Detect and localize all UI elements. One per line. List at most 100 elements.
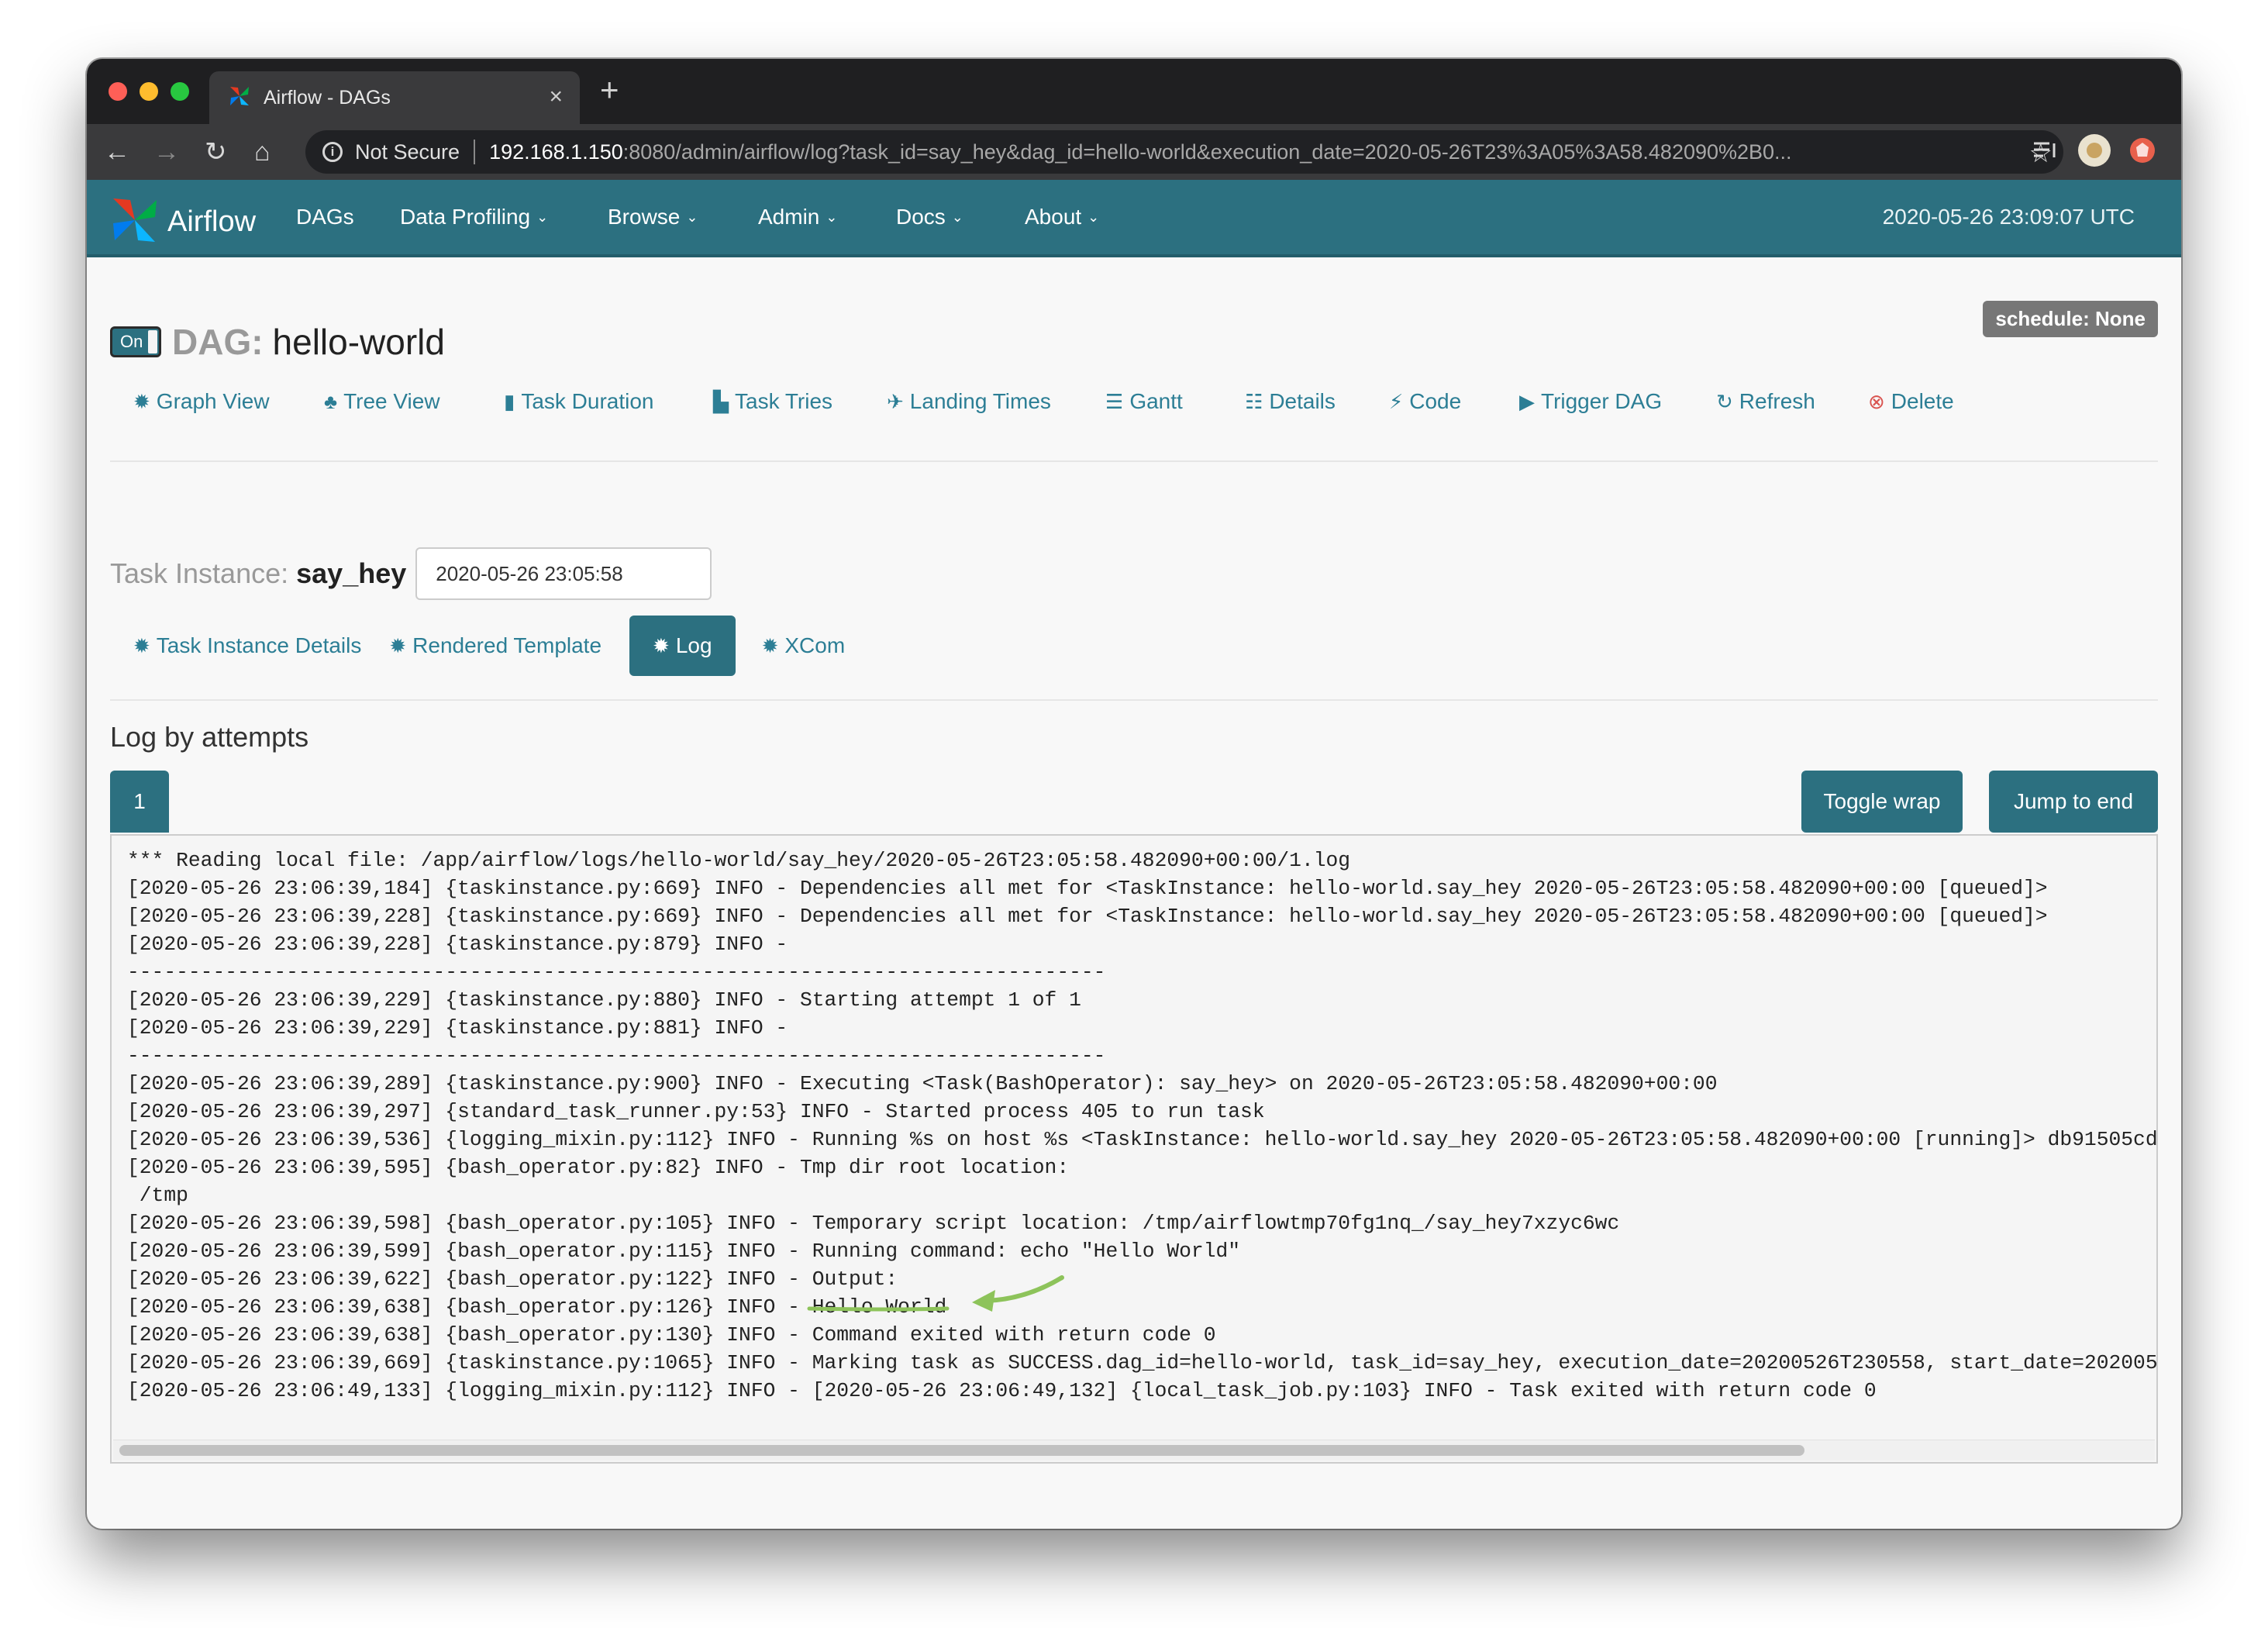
tree-view-link[interactable]: ♣ Tree View [324,389,504,414]
task-id: say_hey [296,557,407,589]
gantt-label: Gantt [1129,389,1183,413]
close-window-button[interactable] [109,82,127,101]
tab-task-instance-details[interactable]: ✹ Task Instance Details [110,633,384,658]
log-line: [2020-05-26 23:06:39,599] {bash_operator… [127,1240,1241,1263]
gantt-icon: ☰ [1105,389,1124,413]
delete-link[interactable]: ⊗ Delete [1868,389,1954,414]
graph-view-link[interactable]: ✹ Graph View [133,389,324,414]
jump-to-end-button[interactable]: Jump to end [1989,771,2158,833]
code-link[interactable]: ⚡ Code [1389,389,1519,414]
refresh-link[interactable]: ↻ Refresh [1716,389,1868,414]
attempt-1-tab[interactable]: 1 [110,771,169,833]
nav-admin[interactable]: Admin ⌄ [758,202,837,233]
log-section-title: Log by attempts [110,721,309,753]
log-line: [2020-05-26 23:06:39,638] {bash_operator… [127,1323,1216,1347]
reading-list-icon[interactable] [2031,136,2059,168]
dag-on-toggle[interactable]: On [110,326,161,357]
gear-icon: ✹ [761,633,779,657]
nav-about-label: About [1025,205,1082,229]
scrollbar-thumb[interactable] [119,1445,1804,1456]
dag-name: hello-world [272,322,445,362]
extension-shield-icon[interactable] [2128,136,2156,168]
back-arrow-icon[interactable]: ← [104,135,130,169]
gear-icon: ✹ [653,633,670,657]
horizontal-scrollbar[interactable] [113,1440,2155,1460]
gear-icon: ✹ [389,633,407,657]
info-icon[interactable]: i [322,142,343,162]
toggle-label: On [120,332,143,351]
log-line: [2020-05-26 23:06:39,297] {standard_task… [127,1100,1265,1123]
tab-xcom[interactable]: ✹ XCom [736,633,869,658]
divider [110,699,2158,701]
trigger-dag-label: Trigger DAG [1541,389,1663,413]
nav-browse[interactable]: Browse ⌄ [608,202,698,233]
chevron-down-icon: ⌄ [536,209,549,225]
brand-name: Airflow [167,205,257,238]
tab-rendered-template[interactable]: ✹ Rendered Template [384,633,629,658]
toggle-wrap-button[interactable]: Toggle wrap [1801,771,1963,833]
task-tries-icon: ▙ [713,389,729,413]
new-tab-button[interactable]: + [600,73,619,107]
browser-window: Airflow - DAGs × + ← → ↻ ⌂ i Not Secure … [87,59,2181,1529]
log-line: [2020-05-26 23:06:39,598] {bash_operator… [127,1212,1620,1235]
landing-times-link[interactable]: ✈ Landing Times [887,389,1105,414]
chevron-down-icon: ⌄ [686,209,698,225]
task-duration-link[interactable]: ▮ Task Duration [504,389,713,414]
refresh-label: Refresh [1739,389,1815,413]
log-line: [2020-05-26 23:06:49,133] {logging_mixin… [127,1379,1877,1402]
extension-avatar-icon[interactable] [2077,133,2111,171]
chevron-down-icon: ⌄ [951,209,963,225]
log-line: [2020-05-26 23:06:39,536] {logging_mixin… [127,1128,2158,1151]
log-line: ----------------------------------------… [127,1044,1106,1067]
nav-docs-label: Docs [896,205,946,229]
log-line: [2020-05-26 23:06:39,595] {bash_operator… [127,1156,1070,1179]
zoom-window-button[interactable] [171,82,189,101]
server-time: 2020-05-26 23:09:07 UTC [1882,205,2135,229]
airflow-logo-icon [109,194,161,250]
home-icon[interactable]: ⌂ [254,135,271,169]
not-secure-label: Not Secure [355,140,460,164]
task-instance-label: Task Instance: [110,557,289,589]
task-duration-label: Task Duration [521,389,654,413]
tab-title: Airflow - DAGs [264,86,391,109]
list-icon: ☷ [1245,389,1263,413]
trigger-dag-link[interactable]: ▶ Trigger DAG [1519,389,1716,414]
nav-dags-label: DAGs [296,205,354,229]
airflow-brand-link[interactable]: Airflow [109,194,256,250]
nav-dags[interactable]: DAGs [296,202,354,233]
minimize-window-button[interactable] [140,82,158,101]
log-line: [2020-05-26 23:06:39,184] {taskinstance.… [127,877,2048,900]
url-path: :8080/admin/airflow/log?task_id=say_hey&… [622,140,1792,164]
nav-docs[interactable]: Docs ⌄ [896,202,963,233]
browser-tab-bar: Airflow - DAGs × + [87,59,2181,124]
log-line: [2020-05-26 23:06:39,638] {bash_operator… [127,1295,947,1319]
forward-arrow-icon[interactable]: → [153,135,180,169]
address-bar[interactable]: i Not Secure 192.168.1.150:8080/admin/ai… [305,130,2063,174]
tab-log[interactable]: ✹ Log [629,616,736,676]
browser-toolbar: ← → ↻ ⌂ i Not Secure 192.168.1.150:8080/… [87,124,2181,180]
reload-icon[interactable]: ↻ [205,135,227,169]
nav-about[interactable]: About ⌄ [1025,202,1099,233]
details-link[interactable]: ☷ Details [1245,389,1389,414]
play-circle-icon: ▶ [1519,389,1535,413]
delete-label: Delete [1891,389,1954,413]
browser-tab-airflow[interactable]: Airflow - DAGs × [209,71,580,124]
url-host: 192.168.1.150 [489,140,623,164]
gantt-link[interactable]: ☰ Gantt [1105,389,1245,414]
execution-date-select[interactable]: 2020-05-26 23:05:58 [415,547,712,600]
toggle-knob [148,330,157,353]
tab-label: Log [675,633,712,657]
tree-view-icon: ♣ [324,389,338,413]
dag-view-links: ✹ Graph View ♣ Tree View ▮ Task Duration ▙ T… [133,389,1954,414]
nav-data-profiling[interactable]: Data Profiling ⌄ [400,202,548,233]
dag-prefix: DAG: [172,322,264,362]
log-line: [2020-05-26 23:06:39,229] {taskinstance.… [127,1016,788,1040]
nav-data-profiling-label: Data Profiling [400,205,531,229]
flash-icon: ⚡ [1389,389,1404,413]
tab-close-icon[interactable]: × [549,85,563,109]
task-instance-header: Task Instance: say_hey 2020-05-26 23:05:… [110,547,712,600]
task-tries-link[interactable]: ▙ Task Tries [713,389,887,414]
log-output[interactable]: *** Reading local file: /app/airflow/log… [110,834,2158,1464]
schedule-badge: schedule: None [1983,301,2158,337]
log-text: *** Reading local file: /app/airflow/log… [127,847,2158,1405]
